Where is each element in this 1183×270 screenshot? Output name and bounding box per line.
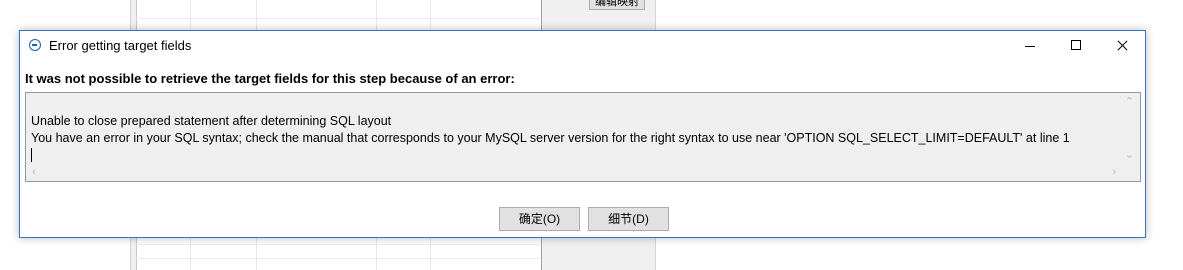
details-button[interactable]: 细节(D) [588,207,669,231]
grid-row-line [136,244,540,245]
error-message: It was not possible to retrieve the targ… [25,71,515,86]
error-details-text: Unable to close prepared statement after… [31,114,1070,145]
title-bar[interactable]: Error getting target fields [20,31,1145,61]
scroll-left-icon[interactable]: ‹ [32,167,36,178]
error-details-textarea[interactable]: Unable to close prepared statement after… [25,92,1141,182]
maximize-button[interactable] [1053,31,1099,61]
text-caret [31,148,32,162]
close-button[interactable] [1099,31,1145,61]
scroll-down-icon[interactable]: ⌄ [1125,150,1134,161]
scroll-right-icon[interactable]: › [1112,167,1116,178]
error-dialog: Error getting target fields It was not p… [19,30,1146,238]
grid-row-line [136,18,540,19]
dialog-title: Error getting target fields [49,38,192,53]
scroll-up-icon[interactable]: ⌃ [1125,97,1134,108]
grid-row-line [136,258,540,259]
minimize-button[interactable] [1007,31,1053,61]
edit-mapping-button[interactable]: 编辑映射 [589,0,645,10]
error-circle-icon [29,39,41,51]
ok-button[interactable]: 确定(O) [499,207,580,231]
